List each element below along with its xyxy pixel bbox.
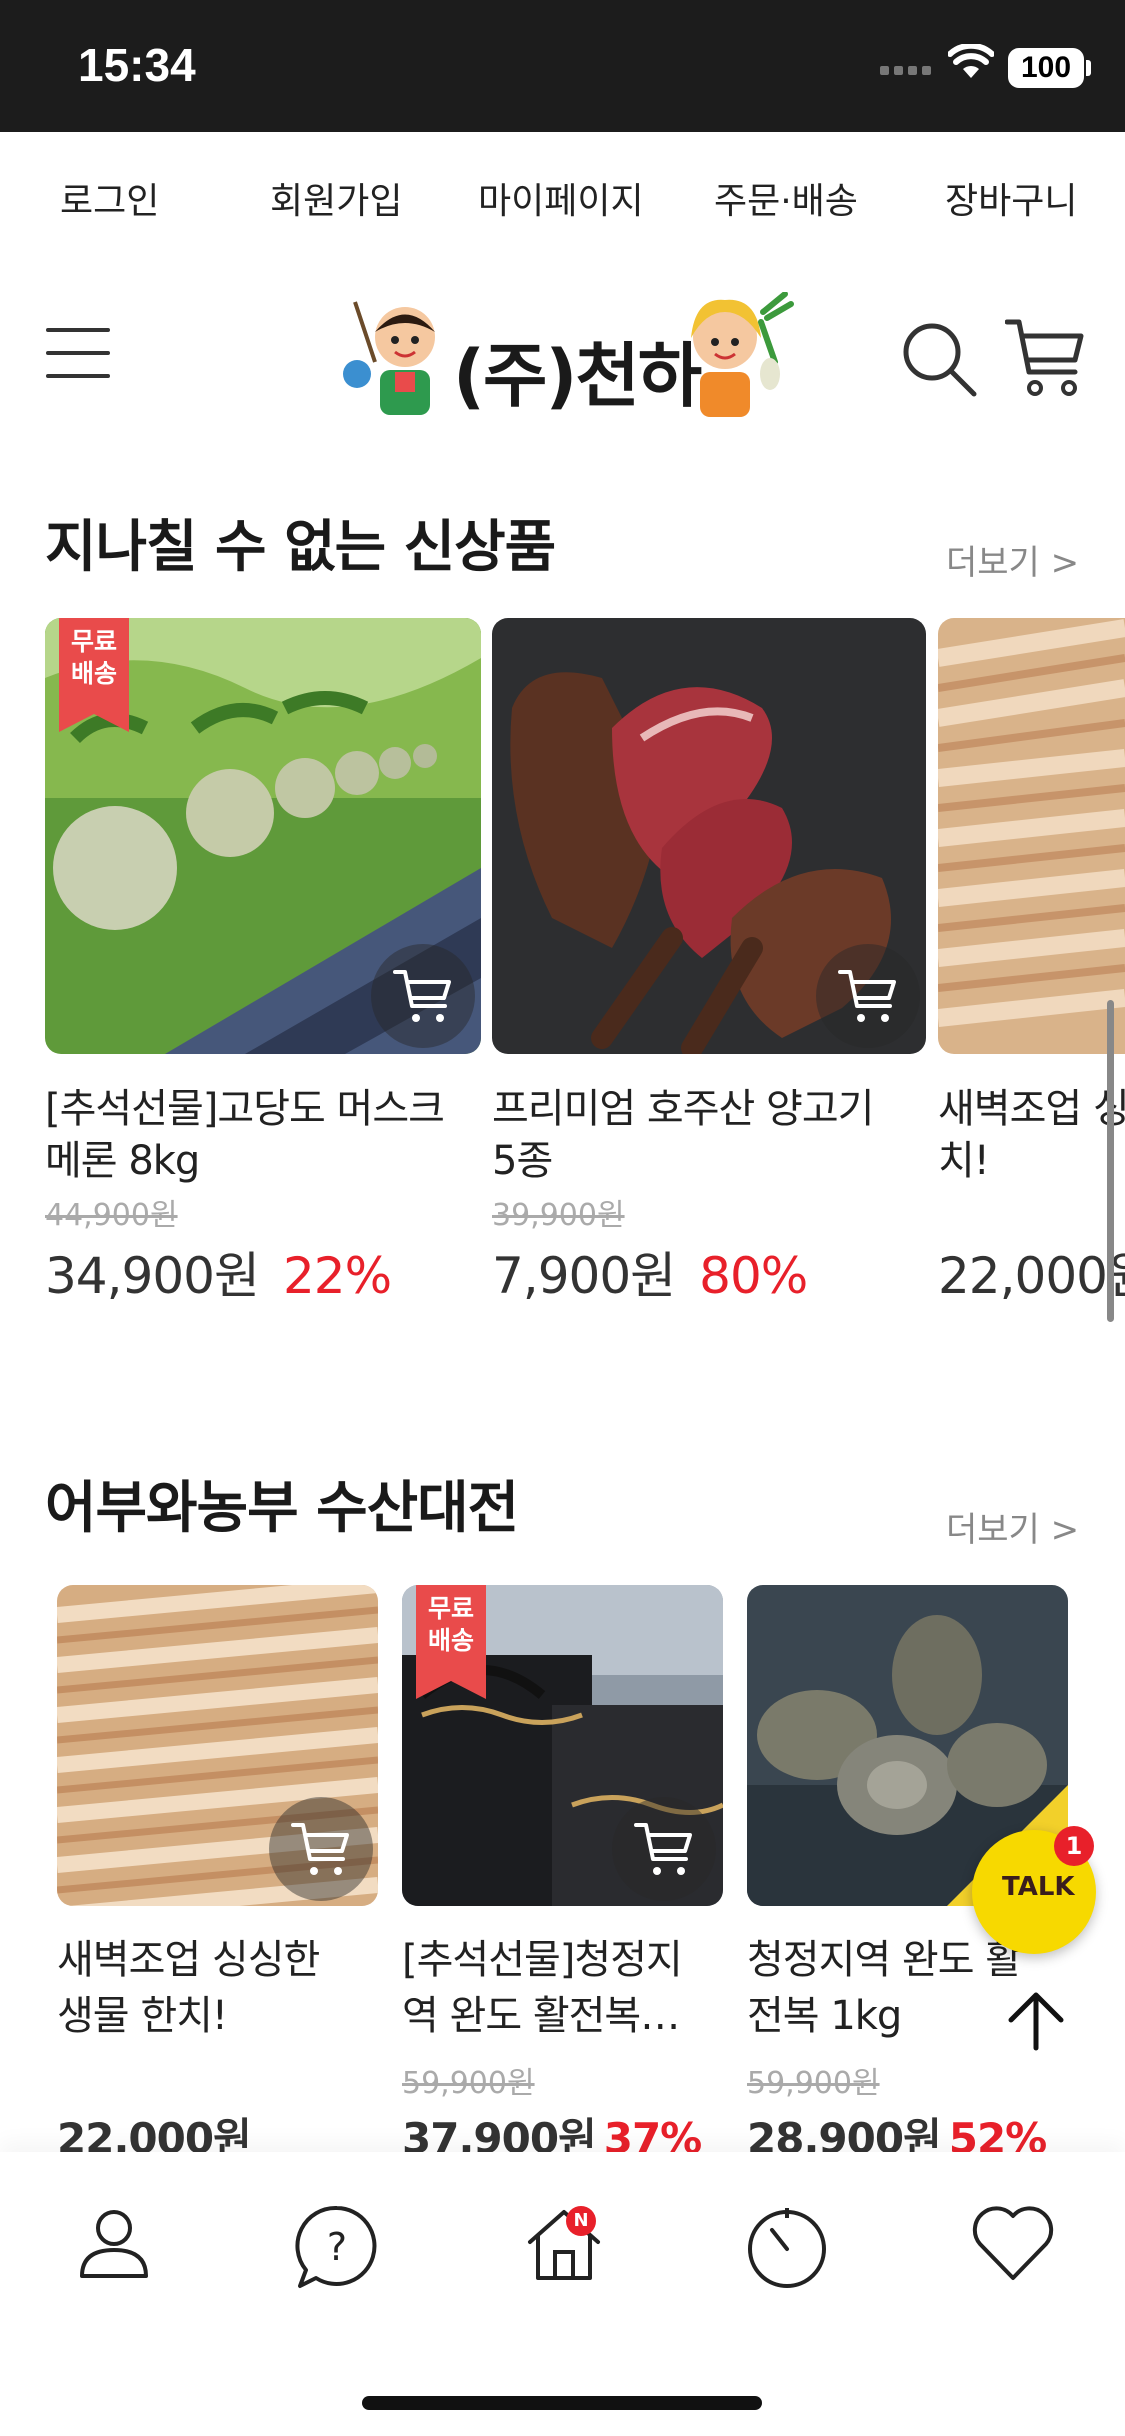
status-time: 15:34 xyxy=(78,39,196,91)
product-name-line1: [추석선물]고당도 머스크 xyxy=(45,1086,445,1132)
cart-icon xyxy=(291,1823,349,1875)
cellular-signal-icon xyxy=(880,60,940,80)
discount-rate: 22% xyxy=(282,1247,392,1305)
original-price: 59,900원 xyxy=(747,2066,880,2101)
product-name-line2: 생물 한치! xyxy=(57,1993,228,2039)
section-title-seafood-fair: 어부와농부 수산대전 xyxy=(45,1476,519,1541)
original-price: 44,900원 xyxy=(45,1198,178,1233)
login-link[interactable]: 로그인 xyxy=(60,172,159,224)
add-to-cart-button[interactable] xyxy=(612,1797,716,1901)
status-bar: 15:34 100 xyxy=(0,0,1125,132)
product-name-line2: 치! xyxy=(938,1138,990,1184)
sale-price: 22,000원 xyxy=(938,1236,1125,1308)
add-to-cart-button[interactable] xyxy=(371,944,475,1048)
recent-history-icon[interactable] xyxy=(744,2204,830,2290)
cart-icon xyxy=(838,970,896,1022)
product-name-line2: 5종 xyxy=(492,1138,553,1184)
horizontal-scroll-indicator xyxy=(1107,1000,1114,1322)
price-value: 7,900원 xyxy=(492,1247,676,1305)
product-name-line1: 새벽조업 싱 xyxy=(938,1086,1125,1132)
home-new-badge: N xyxy=(566,2206,596,2236)
product-name-line1: [추석선물]청정지 xyxy=(402,1937,683,1983)
product-image-squid[interactable] xyxy=(938,618,1125,1054)
price-value: 22,000원 xyxy=(938,1247,1125,1305)
product-name[interactable]: 프리미엄 호주산 양고기 5종 xyxy=(492,1083,932,1187)
product-name[interactable]: [추석선물]청정지 역 완도 활전복… xyxy=(402,1932,722,2044)
product-name[interactable]: 새벽조업 싱싱한 생물 한치! xyxy=(57,1932,377,2044)
discount-rate: 80% xyxy=(699,1247,808,1305)
product-image-lamb[interactable] xyxy=(492,618,926,1054)
battery-cap-icon xyxy=(1086,60,1091,76)
free-shipping-badge: 무료 배송 xyxy=(416,1585,486,1699)
badge-line2: 배송 xyxy=(427,1626,474,1655)
logo-mascot-boy-icon xyxy=(343,301,435,415)
product-name-line1: 새벽조업 싱싱한 xyxy=(57,1937,320,1983)
price-value: 34,900원 xyxy=(45,1247,260,1305)
original-price: 59,900원 xyxy=(402,2066,535,2101)
cart-icon[interactable] xyxy=(1005,316,1085,400)
cart-link[interactable]: 장바구니 xyxy=(945,172,1077,224)
product-name[interactable]: [추석선물]고당도 머스크 메론 8kg xyxy=(45,1083,485,1187)
wifi-icon xyxy=(948,44,994,78)
cart-icon xyxy=(393,970,451,1022)
free-shipping-badge: 무료 배송 xyxy=(59,618,129,732)
help-icon[interactable]: ? xyxy=(294,2204,380,2290)
order-delivery-link[interactable]: 주문·배송 xyxy=(714,172,858,224)
add-to-cart-button[interactable] xyxy=(269,1797,373,1901)
sale-price: 34,900원 22% xyxy=(45,1236,392,1308)
kakao-talk-label: TALK xyxy=(1002,1872,1075,1902)
svg-text:?: ? xyxy=(327,2225,347,2269)
add-to-cart-button[interactable] xyxy=(816,944,920,1048)
menu-icon[interactable] xyxy=(46,328,110,378)
product-name-line1: 프리미엄 호주산 양고기 xyxy=(492,1086,874,1132)
badge-line1: 무료 xyxy=(70,627,117,656)
badge-line2: 배송 xyxy=(70,659,117,688)
search-icon[interactable] xyxy=(900,320,980,400)
header: (주)천하 xyxy=(0,280,1125,430)
badge-line1: 무료 xyxy=(427,1594,474,1623)
logo-mascot-girl-icon xyxy=(691,292,794,417)
mypage-link[interactable]: 마이페이지 xyxy=(478,172,644,224)
bottom-navigation: ? N xyxy=(0,2152,1125,2436)
product-name-line2: 역 완도 활전복… xyxy=(402,1993,680,2039)
sale-price: 7,900원 80% xyxy=(492,1236,808,1308)
squid-photo xyxy=(938,618,1125,1054)
product-image-gift-set[interactable]: 무료 배송 xyxy=(402,1585,723,1906)
more-link-new-products[interactable]: 더보기 > xyxy=(946,535,1079,584)
scroll-to-top-icon[interactable] xyxy=(1005,1990,1067,2052)
cart-icon xyxy=(634,1823,692,1875)
section-title-new-products: 지나칠 수 없는 신상품 xyxy=(45,515,556,580)
more-link-seafood-fair[interactable]: 더보기 > xyxy=(946,1502,1079,1551)
product-name[interactable]: 새벽조업 싱 치! xyxy=(938,1083,1125,1187)
logo-text: (주)천하 xyxy=(453,335,702,417)
battery-indicator: 100 xyxy=(1008,48,1084,88)
product-image-melon[interactable]: 무료 배송 xyxy=(45,618,481,1054)
product-image-squid[interactable] xyxy=(57,1585,378,1906)
original-price: 39,900원 xyxy=(492,1198,625,1233)
product-name-line2: 메론 8kg xyxy=(45,1138,200,1184)
logo[interactable]: (주)천하 xyxy=(335,292,795,422)
my-account-icon[interactable] xyxy=(74,2204,154,2284)
wishlist-heart-icon[interactable] xyxy=(970,2204,1056,2284)
signup-link[interactable]: 회원가입 xyxy=(270,172,402,224)
top-links: 로그인 회원가입 마이페이지 주문·배송 장바구니 xyxy=(0,160,1125,230)
home-indicator xyxy=(362,2396,762,2410)
kakao-unread-badge: 1 xyxy=(1054,1826,1094,1866)
